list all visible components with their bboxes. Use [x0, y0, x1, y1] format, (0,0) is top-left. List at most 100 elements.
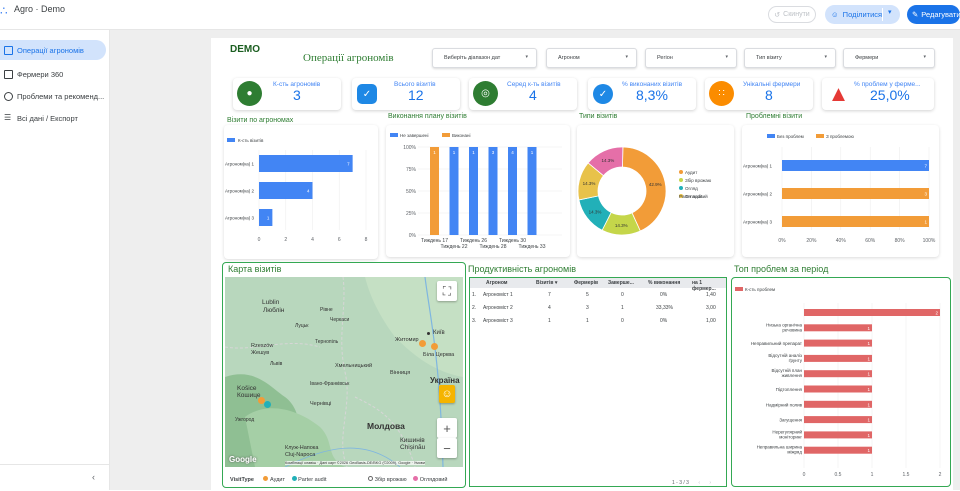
bar — [804, 400, 872, 408]
map-city-label: Chișinău — [400, 444, 426, 451]
legend-swatch — [767, 134, 775, 138]
pencil-icon: ✎ — [912, 10, 919, 19]
x-tick-label: Тиждень 28 — [480, 244, 507, 250]
bar — [804, 370, 872, 378]
map-city-dot — [427, 332, 430, 335]
sidebar-item-farmers[interactable]: Фермери 360 — [0, 64, 106, 84]
pegman-icon[interactable]: ☺ — [439, 385, 455, 403]
map-marker-audit[interactable] — [419, 340, 426, 347]
map-city-label: Житомир — [395, 337, 419, 343]
group-icon: ∷ — [709, 81, 734, 106]
fullscreen-icon[interactable]: ⛶ — [437, 281, 457, 301]
kpi-avg-visits: ◎ Серед к-ть візитів 4 — [469, 78, 577, 110]
legend-dot — [291, 476, 297, 481]
bar — [508, 147, 517, 235]
document-icon — [4, 45, 13, 55]
undo-button[interactable]: ↺ Скинути — [768, 6, 816, 23]
map-city-label: Lublin — [262, 299, 280, 306]
section-title-plan: Виконання плану візитів — [388, 113, 467, 120]
table-row[interactable]: 3. Агрономіст 3 1 1 0 0% 1,00 — [470, 314, 726, 327]
problem-visits-chart: Без проблем З проблемою 0% 20% 40% 60% 80% 100%… — [743, 134, 936, 244]
category-label: Неправильний препарат — [751, 340, 802, 346]
map-city-label: Івано-Франківськ — [310, 381, 350, 387]
chart-top-problems-panel: К-сть проблем 0 0.5 1 1.5 2 2 Низька органічна р… — [731, 277, 951, 487]
target-icon: ◎ — [473, 81, 498, 106]
chevron-down-icon: ▾ — [923, 54, 926, 60]
sidebar-item-operations[interactable]: Операції агрономів — [0, 40, 106, 60]
x-tick-label: 0% — [778, 238, 786, 244]
category-label: Агроном(ка) 1 — [743, 164, 773, 169]
kpi-agronomists: ● К-сть агрономів 3 — [233, 78, 341, 110]
y-tick-label: 100% — [403, 145, 416, 151]
map-legend: VisitType Аудит Parter audit Збір врожаю… — [230, 476, 448, 483]
share-button[interactable]: ☺ Поділитися ▾ — [825, 5, 900, 24]
farmers-filter[interactable]: Фермери ▾ — [843, 48, 935, 68]
map-city-label: Rzeszów — [251, 343, 274, 349]
legend-swatch — [735, 287, 743, 291]
x-tick-label: 8 — [365, 237, 368, 243]
chart-visits-panel: К-сть візитів 0 2 4 6 8 Агроном(ка) 1 7 Агроном(… — [224, 125, 378, 259]
category-label: ґрунту — [789, 357, 803, 363]
sidebar-collapse: ‹ — [0, 464, 110, 490]
visit-type-filter[interactable]: Тип візиту ▾ — [744, 48, 836, 68]
chevron-down-icon: ▾ — [625, 54, 628, 60]
x-tick-label: 0 — [258, 237, 261, 243]
map-terrain — [225, 277, 463, 467]
legend-label: Без проблем — [777, 134, 804, 139]
region-filter[interactable]: Регіон ▾ — [645, 48, 737, 68]
agronomist-filter[interactable]: Агроном ▾ — [546, 48, 637, 68]
zoom-out-button[interactable]: − — [437, 438, 457, 458]
warning-icon: ▲ — [827, 80, 850, 106]
bar — [259, 209, 273, 226]
kpi-unique-farmers: ∷ Унікальні фермери 8 — [705, 78, 813, 110]
map-marker-partner-audit[interactable] — [264, 401, 271, 408]
top-bar: ∴ Agro · Demo ↺ Скинути ☺ Поділитися ▾ ✎ Ред… — [0, 0, 960, 30]
legend-dot — [413, 476, 419, 481]
section-title-types: Типи візитів — [579, 113, 618, 120]
chevron-down-icon[interactable]: ▾ — [888, 8, 892, 16]
x-tick-label: 40% — [836, 238, 847, 244]
map-marker-audit[interactable] — [431, 343, 438, 350]
x-tick-label: Тиждень 22 — [441, 244, 468, 250]
slice-label: 42.9% — [649, 182, 662, 187]
map-city-label: Кошице — [237, 392, 261, 399]
sidebar-item-problems[interactable]: Проблеми та рекоменд... — [0, 86, 106, 106]
map-city-label: Львів — [270, 361, 283, 367]
chevron-down-icon: ▾ — [725, 54, 728, 60]
edit-button[interactable]: ✎ Редагувати — [907, 5, 960, 24]
legend-swatch — [816, 134, 824, 138]
legend-label: Аудит — [685, 170, 697, 175]
map-view[interactable]: Lublin Люблін Rzeszów Жешув Київ Житомир… — [225, 277, 463, 467]
kpi-completed-percent: ✓ % виконаних візитів 8,3% — [588, 78, 696, 110]
sidebar-item-export[interactable]: ☰ Всі дані / Експорт — [0, 108, 106, 128]
table-row[interactable]: 2. Агрономіст 2 4 3 1 33,33% 3,00 — [470, 301, 726, 314]
map-city-label: Київ — [433, 330, 445, 336]
date-range-filter[interactable]: Виберіть діапазон дат ▾ — [432, 48, 537, 68]
bar — [804, 385, 872, 393]
x-tick-label: 1 — [871, 472, 874, 478]
map-country-label: Молдова — [367, 421, 405, 431]
legend-label: К-сть візитів — [238, 138, 264, 143]
slice-label: 14.3% — [583, 181, 596, 186]
map-city-label: Люблін — [263, 307, 285, 314]
category-label: Агроном(ка) 2 — [743, 192, 773, 197]
chevron-left-icon[interactable]: ‹ — [92, 472, 95, 482]
bar — [527, 147, 537, 235]
table-row[interactable]: 1. Агрономіст 1 7 5 0 0% 1,40 — [470, 288, 726, 301]
legend-label: З проблемою — [826, 134, 855, 139]
legend-swatch — [679, 186, 683, 190]
legend-label: К-сть проблем — [745, 287, 775, 292]
category-label: Агроном(ка) 1 — [225, 162, 255, 167]
legend-swatch — [390, 133, 398, 137]
section-title-visits: Візити по агрономах — [227, 117, 294, 124]
prev-page-icon[interactable]: ‹ — [698, 480, 700, 486]
map-city-label: Жешув — [251, 350, 270, 356]
next-page-icon[interactable]: › — [709, 480, 711, 486]
x-tick-label: 1.5 — [903, 472, 910, 478]
check-circle-icon — [4, 91, 13, 101]
category-label: Підтоплення — [776, 387, 803, 392]
x-tick-label: Тиждень 33 — [519, 244, 546, 250]
zoom-in-button[interactable]: + — [437, 418, 457, 438]
map-city-label: Рівне — [320, 307, 333, 313]
map-city-label: Хмельницький — [335, 363, 373, 369]
